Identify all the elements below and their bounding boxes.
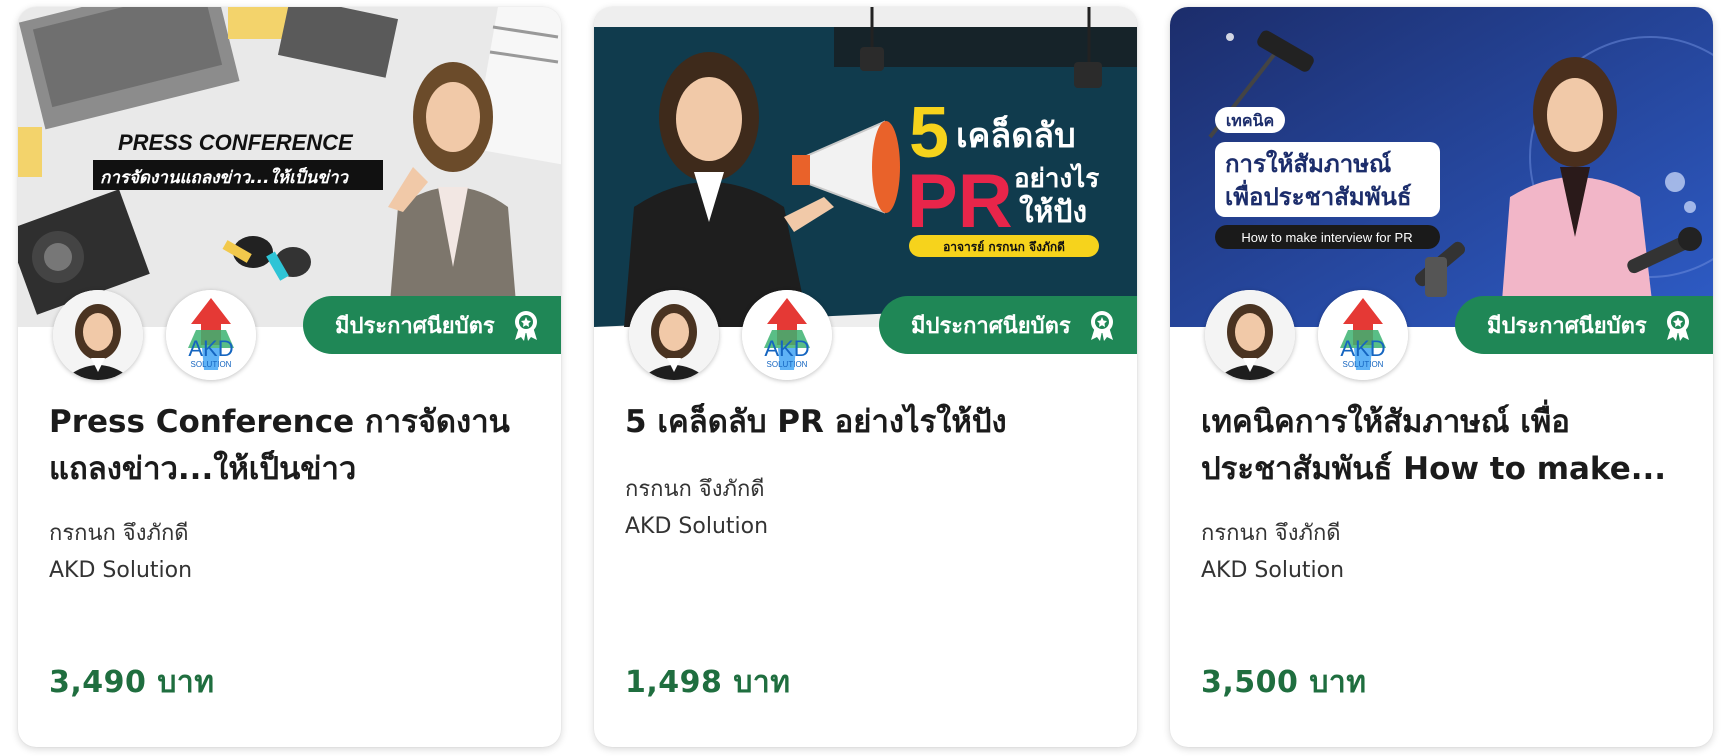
award-ribbon-icon xyxy=(1087,309,1117,341)
banner-subtitle: How to make interview for PR xyxy=(1241,230,1412,245)
akd-logo-text: AKD xyxy=(764,336,809,361)
banner-teacher: อาจารย์ กรกนก จึงภักดี xyxy=(943,240,1065,254)
course-banner: 5 เคล็ดลับ PR อย่างไร ให้ปัง อาจารย์ กรก… xyxy=(594,7,1137,327)
instructor-avatar xyxy=(629,290,719,380)
banner-subheadline-2: ให้ปัง xyxy=(1019,194,1087,230)
course-title[interactable]: Press Conference การจัดงานแถลงข่าว...ให้… xyxy=(49,399,529,493)
akd-logo-subtext: SOLUTION xyxy=(191,360,232,369)
award-ribbon-icon xyxy=(511,309,541,341)
course-price: 1,498 บาท xyxy=(625,665,791,700)
course-price: 3,490 บาท xyxy=(49,665,215,700)
course-card[interactable]: 5 เคล็ดลับ PR อย่างไร ให้ปัง อาจารย์ กรก… xyxy=(594,7,1137,747)
instructor-name: กรกนก จึงภักดี xyxy=(1201,521,1341,546)
certificate-badge: มีประกาศนียบัตร xyxy=(879,296,1137,354)
certificate-label: มีประกาศนียบัตร xyxy=(1487,313,1647,339)
instructor-name: กรกนก จึงภักดี xyxy=(625,477,765,502)
akd-logo: AKD SOLUTION xyxy=(742,290,832,380)
banner-title-en: PRESS CONFERENCE xyxy=(118,130,354,155)
banner-headline: เคล็ดลับ xyxy=(956,114,1076,156)
akd-logo-subtext: SOLUTION xyxy=(767,360,808,369)
course-banner: PRESS CONFERENCE การจัดงานแถลงข่าว...ให้… xyxy=(18,7,561,327)
course-title[interactable]: 5 เคล็ดลับ PR อย่างไรให้ปัง xyxy=(625,399,1105,446)
certificate-badge: มีประกาศนียบัตร xyxy=(303,296,561,354)
akd-logo-subtext: SOLUTION xyxy=(1343,360,1384,369)
banner-title-th: การจัดงานแถลงข่าว...ให้เป็นข่าว xyxy=(100,166,349,188)
instructor-avatar xyxy=(1205,290,1295,380)
akd-logo: AKD SOLUTION xyxy=(166,290,256,380)
company-name: AKD Solution xyxy=(1201,558,1345,583)
banner-headline-1: การให้สัมภาษณ์ xyxy=(1225,149,1391,178)
certificate-label: มีประกาศนียบัตร xyxy=(335,313,495,339)
akd-logo: AKD SOLUTION xyxy=(1318,290,1408,380)
course-title[interactable]: เทคนิคการให้สัมภาษณ์ เพื่อประชาสัมพันธ์ … xyxy=(1201,399,1681,493)
course-card-list: PRESS CONFERENCE การจัดงานแถลงข่าว...ให้… xyxy=(0,0,1730,756)
certificate-badge: มีประกาศนียบัตร xyxy=(1455,296,1713,354)
akd-logo-text: AKD xyxy=(188,336,233,361)
course-card[interactable]: PRESS CONFERENCE การจัดงานแถลงข่าว...ให้… xyxy=(18,7,561,747)
course-card[interactable]: เทคนิค การให้สัมภาษณ์ เพื่อประชาสัมพันธ์… xyxy=(1170,7,1713,747)
banner-tag: เทคนิค xyxy=(1226,111,1274,130)
award-ribbon-icon xyxy=(1663,309,1693,341)
company-name: AKD Solution xyxy=(625,514,769,539)
banner-headline-2: เพื่อประชาสัมพันธ์ xyxy=(1225,179,1412,211)
instructor-avatar xyxy=(53,290,143,380)
company-name: AKD Solution xyxy=(49,558,193,583)
instructor-name: กรกนก จึงภักดี xyxy=(49,521,189,546)
course-price: 3,500 บาท xyxy=(1201,665,1367,700)
course-banner: เทคนิค การให้สัมภาษณ์ เพื่อประชาสัมพันธ์… xyxy=(1170,7,1713,327)
akd-logo-text: AKD xyxy=(1340,336,1385,361)
banner-subheadline-1: อย่างไร xyxy=(1014,162,1099,194)
banner-pr-text: PR xyxy=(907,159,1013,244)
certificate-label: มีประกาศนียบัตร xyxy=(911,313,1071,339)
